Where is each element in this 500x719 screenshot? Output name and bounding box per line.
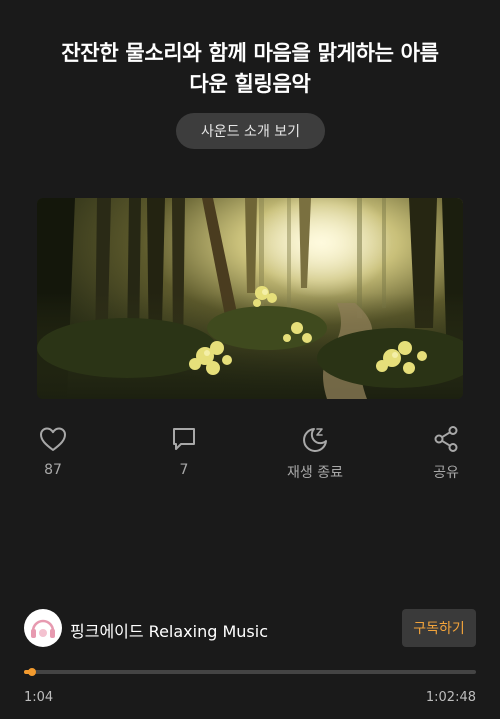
channel-avatar[interactable]	[24, 609, 62, 647]
elapsed-time: 1:04	[24, 690, 54, 705]
progress-bar[interactable]	[24, 668, 476, 676]
forest-artwork-image	[37, 198, 463, 399]
comment-icon	[173, 428, 195, 450]
sleep-timer-label: 재생 종료	[287, 465, 343, 481]
progress-thumb[interactable]	[27, 668, 36, 676]
channel-name[interactable]: 핑크에이드 Relaxing Music	[70, 618, 268, 642]
track-title-line2: 다운 힐링음악	[189, 72, 311, 96]
action-bar: 87 7 재생 종료 공유	[0, 424, 500, 484]
share-label: 공유	[433, 465, 459, 481]
share-action[interactable]: 공유	[401, 424, 491, 482]
heart-icon	[40, 427, 66, 451]
track-title: 잔잔한 물소리와 함께 마음을 맑게하는 아름 다운 힐링음악	[30, 38, 470, 100]
headphones-logo-icon	[26, 611, 60, 645]
subscribe-button[interactable]: 구독하기	[402, 609, 476, 647]
share-icon	[434, 426, 458, 452]
sleep-timer-action[interactable]: 재생 종료	[270, 424, 360, 482]
channel-row: 핑크에이드 Relaxing Music 구독하기	[24, 609, 476, 647]
like-count: 87	[44, 462, 62, 478]
total-duration: 1:02:48	[425, 690, 476, 705]
comment-action[interactable]: 7	[139, 424, 229, 478]
comment-count: 7	[179, 462, 189, 478]
track-title-line1: 잔잔한 물소리와 함께 마음을 맑게하는 아름	[61, 41, 439, 65]
like-action[interactable]: 87	[8, 424, 98, 478]
sleep-timer-icon	[303, 428, 327, 452]
track-artwork	[37, 198, 463, 399]
sound-intro-button[interactable]: 사운드 소개 보기	[176, 113, 325, 149]
